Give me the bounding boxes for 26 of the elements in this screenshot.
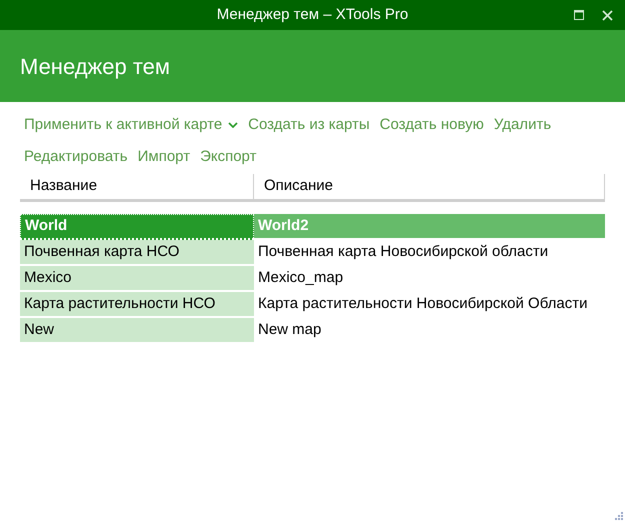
table-row[interactable]: New New map bbox=[20, 318, 605, 344]
table-cell: World2 bbox=[254, 214, 605, 240]
column-header[interactable]: Описание bbox=[254, 174, 604, 199]
toolbar-button[interactable]: Редактировать bbox=[20, 146, 132, 168]
toolbar-button[interactable]: Создать из карты bbox=[244, 114, 374, 136]
resize-grip-icon[interactable] bbox=[613, 511, 623, 521]
apply-dropdown[interactable]: Применить к активной карте bbox=[20, 114, 242, 136]
toolbar-button[interactable]: Создать новую bbox=[376, 114, 488, 136]
toolbar-button[interactable]: Удалить bbox=[490, 114, 556, 136]
table-cell: New bbox=[20, 318, 254, 344]
table-cell: Почвенная карта НСО bbox=[20, 240, 254, 266]
maximize-icon[interactable] bbox=[574, 10, 584, 20]
page-title: Менеджер тем bbox=[20, 52, 170, 81]
column-header[interactable]: Название bbox=[20, 174, 254, 199]
toolbar-button[interactable]: Импорт bbox=[134, 146, 194, 168]
toolbar-button[interactable]: Экспорт bbox=[196, 146, 260, 168]
table-row[interactable]: Почвенная карта НСО Почвенная карта Новосибирской области bbox=[20, 240, 605, 266]
close-icon[interactable] bbox=[602, 10, 613, 20]
window-title: Менеджер тем – XTools Pro bbox=[216, 4, 408, 25]
table-row[interactable]: World World2 bbox=[20, 214, 605, 240]
table-cell: World bbox=[20, 214, 254, 240]
table-row[interactable]: Mexico Mexico_map bbox=[20, 266, 605, 292]
table-row[interactable]: Карта растительности НСО Карта растительности Новосибирской Области bbox=[20, 292, 605, 318]
table-cell: Mexico bbox=[20, 266, 254, 292]
table-cell: Карта растительности НСО bbox=[20, 292, 254, 318]
chevron-down-icon bbox=[228, 122, 238, 128]
